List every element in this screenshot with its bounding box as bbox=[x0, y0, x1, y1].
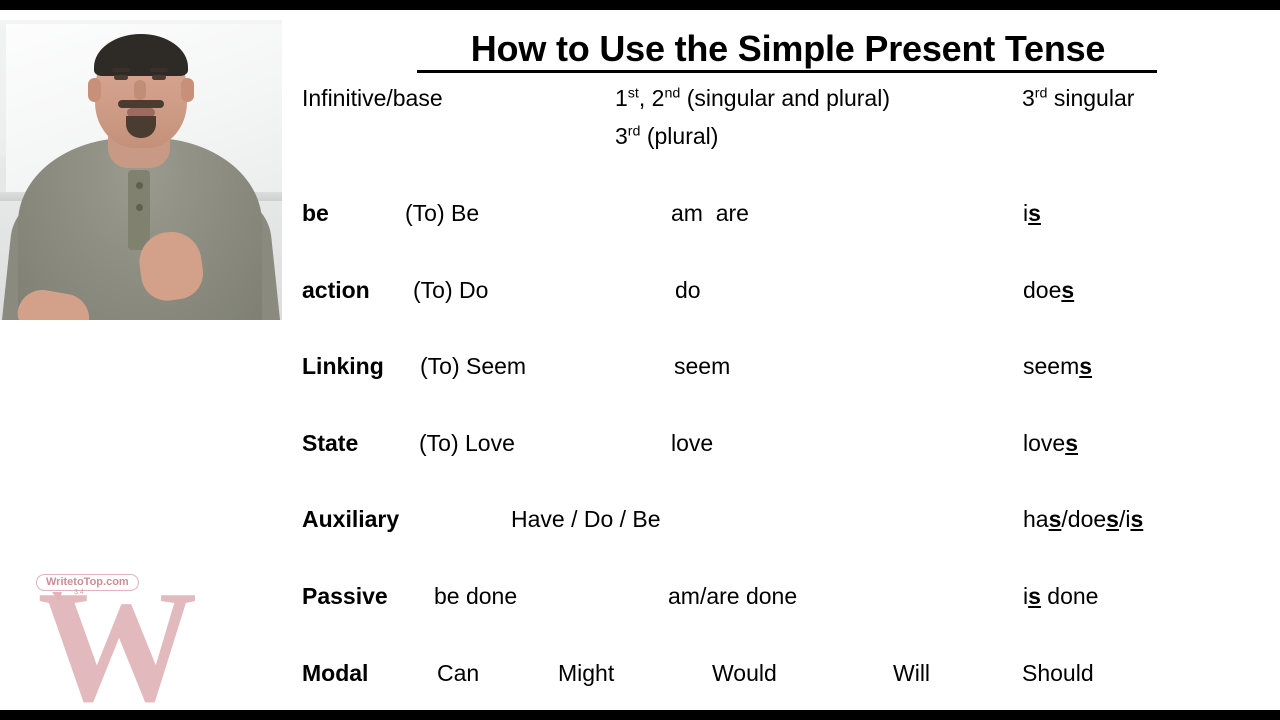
modal-option-would: Would bbox=[712, 660, 777, 686]
row-singular-action: does bbox=[1023, 277, 1075, 303]
instructor-eye-right bbox=[152, 75, 166, 80]
row-base-auxiliary: Have / Do / Be bbox=[511, 506, 661, 532]
watermark-site-label: WritetoTop.com bbox=[36, 574, 139, 591]
instructor-eyebrow-left bbox=[112, 68, 130, 72]
row-singular-state: loves bbox=[1023, 430, 1078, 456]
slide-title-underline bbox=[417, 70, 1157, 73]
row-plural-be: am are bbox=[671, 200, 749, 226]
modal-option-should: Should bbox=[1022, 660, 1094, 686]
watermark-bubble-tail bbox=[52, 592, 62, 601]
instructor-ear-left bbox=[88, 78, 101, 102]
letterbox-bar-top bbox=[0, 0, 1280, 10]
row-plural-action: do bbox=[675, 277, 701, 303]
row-label-modal: Modal bbox=[302, 660, 369, 686]
row-singular-passive: is done bbox=[1023, 583, 1099, 609]
instructor-shirt-button bbox=[136, 182, 143, 189]
row-singular-be: is bbox=[1023, 200, 1041, 226]
row-base-passive: be done bbox=[434, 583, 518, 609]
row-plural-state: love bbox=[671, 430, 714, 456]
column-header-third-plural: 3rd (plural) bbox=[615, 123, 719, 149]
column-header-infinitive: Infinitive/base bbox=[302, 85, 443, 111]
instructor-eye-left bbox=[114, 75, 128, 80]
row-label-passive: Passive bbox=[302, 583, 388, 609]
column-header-third-singular: 3rd singular bbox=[1022, 85, 1135, 111]
instructor-eyebrow-right bbox=[150, 68, 168, 72]
presentation-slide: How to Use the Simple Present Tense Infi… bbox=[0, 10, 1280, 710]
instructor-video-inset[interactable] bbox=[0, 20, 282, 320]
instructor-nose bbox=[134, 80, 146, 100]
slide-title: How to Use the Simple Present Tense bbox=[470, 28, 1106, 69]
row-singular-auxiliary: has/does/is bbox=[1023, 506, 1144, 532]
row-plural-linking: seem bbox=[674, 353, 731, 379]
modal-option-will: Will bbox=[893, 660, 931, 686]
row-label-be: be bbox=[302, 200, 329, 226]
modal-option-can: Can bbox=[437, 660, 480, 686]
watermark-letter-w: W bbox=[37, 557, 198, 710]
row-base-linking: (To) Seem bbox=[420, 353, 527, 379]
row-base-action: (To) Do bbox=[413, 277, 489, 303]
instructor-shirt-button bbox=[136, 204, 143, 211]
letterbox-bar-bottom bbox=[0, 710, 1280, 720]
row-base-be: (To) Be bbox=[405, 200, 480, 226]
modal-option-might: Might bbox=[558, 660, 615, 686]
instructor-moustache bbox=[118, 100, 164, 108]
row-base-state: (To) Love bbox=[419, 430, 515, 456]
column-header-first-second-person: 1st, 2nd (singular and plural) bbox=[615, 85, 890, 111]
instructor-ear-right bbox=[181, 78, 194, 102]
video-player-screen: How to Use the Simple Present Tense Infi… bbox=[0, 0, 1280, 720]
row-label-state: State bbox=[302, 430, 359, 456]
watermark-logo: W WritetoTop.com 3.4 bbox=[30, 562, 205, 710]
row-label-action: action bbox=[302, 277, 370, 303]
row-label-auxiliary: Auxiliary bbox=[302, 506, 400, 532]
watermark-sub-label: 3.4 bbox=[74, 589, 84, 596]
row-label-linking: Linking bbox=[302, 353, 384, 379]
row-singular-linking: seems bbox=[1023, 353, 1093, 379]
row-plural-passive: am/are done bbox=[668, 583, 798, 609]
